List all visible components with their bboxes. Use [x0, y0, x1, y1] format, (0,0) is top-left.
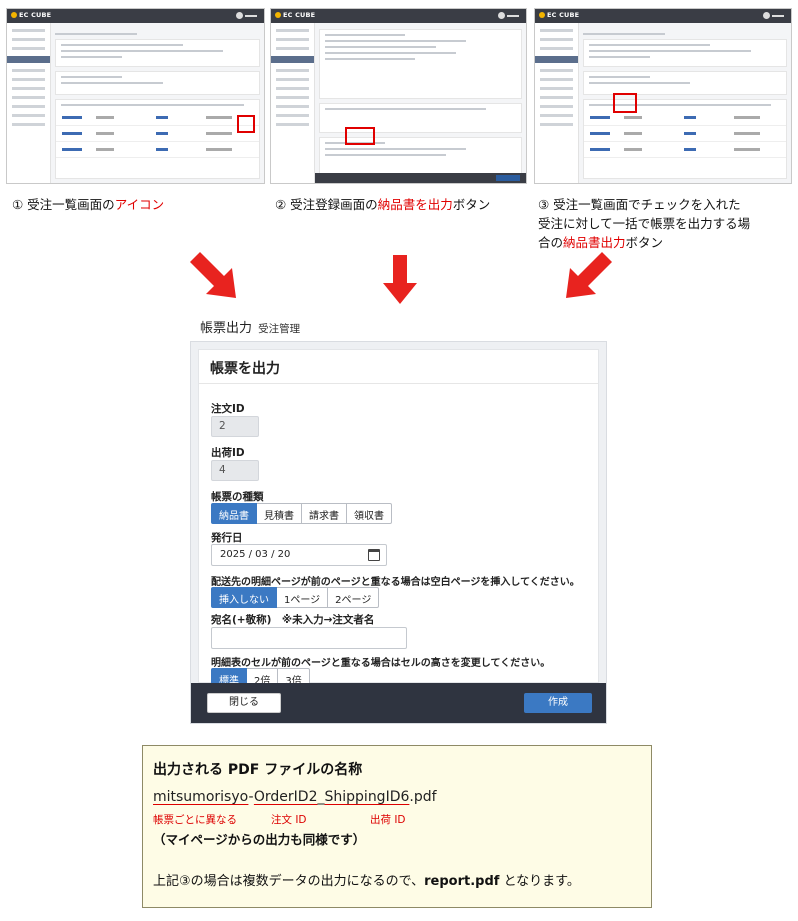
page-title: 帳票出力 受注管理	[200, 321, 301, 336]
type-estimate-button[interactable]: 見積書	[257, 503, 302, 524]
annotation-document-type: 帳票ごとに異なる	[153, 814, 237, 826]
note-title: 出力される PDF ファイルの名称	[153, 762, 363, 778]
blank-page-1-button[interactable]: 1ページ	[277, 587, 329, 608]
thumb-footer	[315, 173, 526, 183]
blank-page-label: 配送先の明細ページが前のページと重なる場合は空白ページを挿入してください。	[211, 577, 580, 588]
user-icon	[763, 11, 785, 20]
document-type-label: 帳票の種類	[211, 491, 264, 503]
annotation-shipping-id: 出荷 ID	[370, 814, 406, 826]
blank-page-2-button[interactable]: 2ページ	[328, 587, 380, 608]
addressee-label: 宛名(+敬称) ※未入力→注文者名	[211, 614, 375, 626]
caption-1: ① 受注一覧画面のアイコン	[12, 197, 165, 212]
pdf-filename-example: mitsumorisyo-OrderID2_ShippingID6.pdf	[153, 789, 437, 805]
close-button[interactable]: 閉じる	[207, 693, 281, 713]
admin-sidebar	[271, 23, 315, 183]
export-form-card: 帳票を出力 注文ID 2 出荷ID 4 帳票の種類 納品書 見積書 請求書 領収…	[190, 341, 607, 724]
shipping-id-label: 出荷ID	[211, 447, 245, 459]
user-icon	[498, 11, 520, 20]
type-receipt-button[interactable]: 領収書	[347, 503, 392, 524]
form-panel: 帳票を出力 注文ID 2 出荷ID 4 帳票の種類 納品書 見積書 請求書 領収…	[198, 349, 599, 689]
issue-date-input[interactable]: 2025 / 03 / 20	[211, 544, 387, 566]
pdf-filename-note: 出力される PDF ファイルの名称 mitsumorisyo-OrderID2_…	[142, 745, 652, 908]
bulk-output-note: 上記③の場合は複数データの出力になるので、report.pdf となります。	[153, 874, 580, 889]
order-list-bulk-screenshot: EC CUBE	[534, 8, 792, 184]
create-button[interactable]: 作成	[524, 693, 592, 713]
ec-cube-logo: EC CUBE	[275, 11, 315, 19]
shipping-id-field: 4	[211, 460, 259, 481]
type-delivery-slip-button[interactable]: 納品書	[211, 503, 257, 524]
arrow-down-icon	[383, 255, 417, 304]
admin-header: EC CUBE	[535, 9, 791, 23]
blank-page-none-button[interactable]: 挿入しない	[211, 587, 277, 608]
bulk-delivery-slip-button-highlight	[613, 93, 637, 113]
arrow-down-right-icon	[190, 252, 236, 298]
cell-height-label: 明細表のセルが前のページと重なる場合はセルの高さを変更してください。	[211, 658, 551, 669]
form-footer: 閉じる 作成	[191, 683, 606, 723]
admin-header: EC CUBE	[271, 9, 526, 23]
caption-3: ③ 受注一覧画面でチェックを入れた 受注に対して一括で帳票を出力する場 合の納品…	[538, 197, 751, 250]
addressee-input[interactable]	[211, 627, 407, 649]
order-list-main	[55, 29, 260, 179]
card-title: 帳票を出力	[199, 350, 598, 384]
order-list-screenshot: EC CUBE	[6, 8, 265, 184]
admin-sidebar	[535, 23, 579, 183]
caption-2: ② 受注登録画面の納品書を出力ボタン	[275, 197, 491, 212]
order-id-label: 注文ID	[211, 403, 245, 415]
blank-page-group: 挿入しない 1ページ 2ページ	[211, 587, 380, 608]
order-id-field: 2	[211, 416, 259, 437]
user-icon	[236, 11, 258, 20]
issue-date-value: 2025 / 03 / 20	[220, 549, 291, 560]
admin-header: EC CUBE	[7, 9, 264, 23]
admin-sidebar	[7, 23, 51, 183]
ec-cube-logo: EC CUBE	[539, 11, 579, 19]
type-invoice-button[interactable]: 請求書	[302, 503, 347, 524]
ec-cube-logo: EC CUBE	[11, 11, 51, 19]
arrow-down-left-icon	[566, 252, 612, 298]
document-type-group: 納品書 見積書 請求書 領収書	[211, 503, 392, 524]
issue-date-label: 発行日	[211, 532, 243, 544]
mypage-note: （マイページからの出力も同様です）	[153, 832, 366, 847]
pdf-icon-highlight	[237, 115, 255, 133]
order-edit-screenshot: EC CUBE	[270, 8, 527, 184]
calendar-icon[interactable]	[368, 549, 380, 561]
order-edit-main	[319, 29, 522, 183]
annotation-order-id: 注文 ID	[271, 814, 307, 826]
delivery-slip-button-highlight	[345, 127, 375, 145]
